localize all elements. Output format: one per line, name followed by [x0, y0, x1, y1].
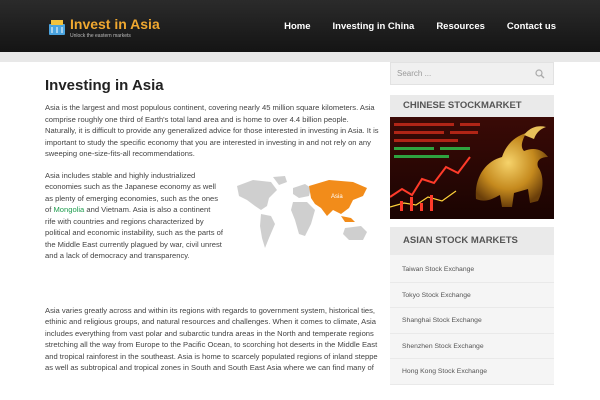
site-header: Invest in Asia Unlock the eastern market… [0, 0, 600, 52]
site-title: Invest in Asia [70, 16, 160, 32]
market-link-shanghai[interactable]: Shanghai Stock Exchange [390, 308, 554, 334]
map-africa [291, 201, 315, 236]
map-greenland [273, 175, 287, 185]
widget-title-asian-stock-markets: Asian Stock Markets [390, 227, 554, 255]
page-title: Investing in Asia [45, 77, 164, 94]
article-paragraph-3: Asia varies greatly across and within it… [45, 305, 378, 373]
stock-market-list: Taiwan Stock Exchange Tokyo Stock Exchan… [390, 255, 554, 385]
nav-resources[interactable]: Resources [436, 21, 485, 32]
map-asia-label: Asia [331, 194, 343, 200]
market-link-tokyo[interactable]: Tokyo Stock Exchange [390, 283, 554, 308]
market-link-shenzhen[interactable]: Shenzhen Stock Exchange [390, 334, 554, 359]
header-divider [0, 52, 600, 62]
article: Investing in Asia Asia is the largest an… [45, 62, 380, 374]
search-input[interactable]: Search ... [390, 62, 554, 85]
map-australia [343, 225, 367, 240]
nav-contact-us[interactable]: Contact us [507, 21, 556, 32]
article-paragraph-2: Asia includes stable and highly industri… [45, 170, 223, 261]
nav-investing-in-china[interactable]: Investing in China [333, 21, 415, 32]
asia-world-map: Asia [237, 175, 367, 248]
site-tagline: Unlock the eastern markets [70, 33, 131, 39]
market-link-hong-kong[interactable]: Hong Kong Stock Exchange [390, 359, 554, 385]
market-link-taiwan[interactable]: Taiwan Stock Exchange [390, 257, 554, 283]
shopping-basket-icon [49, 20, 65, 35]
sidebar: Search ... Chinese Stockmarket [390, 62, 554, 385]
article-paragraph-1: Asia is the largest and most populous co… [45, 103, 379, 158]
map-south-america [260, 213, 275, 248]
search-icon[interactable] [535, 69, 545, 79]
bull-stock-chart-image [390, 117, 554, 219]
article-section-2: Asia includes stable and highly industri… [45, 170, 380, 296]
asian-stock-markets-widget: Asian Stock Markets Taiwan Stock Exchang… [390, 227, 554, 385]
search-placeholder: Search ... [397, 69, 432, 78]
map-europe [293, 183, 311, 198]
main-nav: Home Investing in China Resources Contac… [262, 0, 556, 52]
site-logo[interactable]: Invest in Asia Unlock the eastern market… [47, 14, 167, 44]
widget-title-chinese-stockmarket: Chinese Stockmarket [390, 95, 554, 117]
nav-home[interactable]: Home [284, 21, 310, 32]
map-north-america [237, 179, 277, 210]
map-se-asia-islands [341, 215, 355, 222]
mongolia-link[interactable]: Mongolia [53, 205, 84, 214]
